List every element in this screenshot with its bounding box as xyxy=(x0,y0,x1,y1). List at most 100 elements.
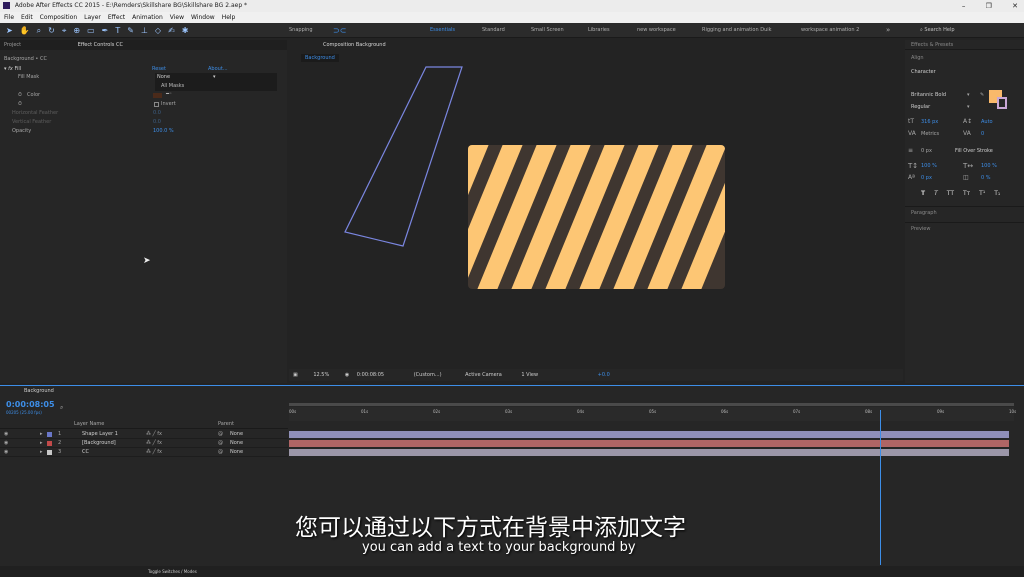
effects-presets-header[interactable]: Effects & Presets xyxy=(905,40,1024,50)
menu-item-help[interactable]: Help xyxy=(222,12,236,23)
eye-icon[interactable]: ◉ xyxy=(4,448,8,457)
opacity-value[interactable]: 100.0 % xyxy=(153,128,174,134)
minimize-button[interactable]: – xyxy=(962,2,966,10)
parent-pickwhip-icon[interactable]: @ xyxy=(218,430,223,439)
baseline-shift-value[interactable]: 0 px xyxy=(921,175,932,181)
menu-item-edit[interactable]: Edit xyxy=(21,12,33,23)
active-camera-select[interactable]: Active Camera xyxy=(465,372,502,378)
search-help[interactable]: ⌕ Search Help xyxy=(920,26,1016,35)
tab-project[interactable]: Project xyxy=(4,42,21,48)
eye-icon[interactable]: ◉ xyxy=(4,439,8,448)
menu-item-animation[interactable]: Animation xyxy=(132,12,163,23)
grid-icon[interactable]: ▣ xyxy=(293,372,298,378)
pan-tool-icon[interactable]: ⊕ xyxy=(73,26,80,35)
menu-item-window[interactable]: Window xyxy=(191,12,215,23)
small-caps-icon[interactable]: Tт xyxy=(963,190,970,197)
parent-select[interactable]: None xyxy=(230,448,243,457)
current-time-indicator[interactable] xyxy=(880,410,881,565)
workspace-tab-essentials[interactable]: Essentials xyxy=(430,23,455,38)
resolution-select[interactable]: (Custom...) xyxy=(414,372,442,378)
font-size-value[interactable]: 316 px xyxy=(921,119,938,125)
menu-item-layer[interactable]: Layer xyxy=(84,12,101,23)
time-ruler[interactable]: 00s 01s 02s 03s 04s 05s 06s 07s 08s 09s 10s xyxy=(289,407,1016,421)
puppet-tool-icon[interactable]: ✱ xyxy=(182,26,189,35)
paragraph-header[interactable]: Paragraph xyxy=(905,206,1024,219)
pen-tool-icon[interactable]: ✒ xyxy=(102,26,109,35)
parent-pickwhip-icon[interactable]: @ xyxy=(218,448,223,457)
switches-icon[interactable]: ⁂ ╱ fx xyxy=(146,439,162,448)
zoom-level[interactable]: 12.5% xyxy=(313,372,329,378)
zoom-tool-icon[interactable]: ⌕ xyxy=(37,26,41,35)
label-color[interactable] xyxy=(47,441,52,446)
toggle-switches-modes[interactable]: Toggle Switches / Modes xyxy=(148,566,197,577)
expand-arrow-icon[interactable]: ▸ xyxy=(40,430,43,439)
work-area-bar[interactable] xyxy=(289,403,1014,406)
preview-header[interactable]: Preview xyxy=(905,222,1024,235)
parent-select[interactable]: None xyxy=(230,430,243,439)
close-button[interactable]: ✕ xyxy=(1012,2,1018,10)
brush-tool-icon[interactable]: ✎ xyxy=(127,26,134,35)
superscript-icon[interactable]: T¹ xyxy=(979,190,985,197)
workspace-tab-new-workspace[interactable]: new workspace xyxy=(637,23,676,38)
menu-item-view[interactable]: View xyxy=(170,12,184,23)
hand-tool-icon[interactable]: ✋ xyxy=(20,26,30,35)
label-color[interactable] xyxy=(47,450,52,455)
workspace-tab-workspace-animation-2[interactable]: workspace animation 2 xyxy=(801,23,859,38)
kerning-value[interactable]: Metrics xyxy=(921,131,939,137)
stopwatch-icon[interactable]: ⏱ xyxy=(18,101,22,107)
color-swatch[interactable] xyxy=(153,93,162,98)
invert-checkbox[interactable] xyxy=(154,102,159,107)
v-feather-value[interactable]: 0.0 xyxy=(153,119,161,125)
parent-select[interactable]: None xyxy=(230,439,243,448)
expand-arrow-icon[interactable]: ▸ xyxy=(40,448,43,457)
tsume-value[interactable]: 0 % xyxy=(981,175,991,181)
stopwatch-icon[interactable]: ⏱ xyxy=(18,92,22,98)
timeline-timecode[interactable]: 0:00:08:05 xyxy=(6,400,55,409)
rotate-tool-icon[interactable]: ↻ xyxy=(48,26,55,35)
views-select[interactable]: 1 View xyxy=(521,372,538,378)
layer-duration-bar[interactable] xyxy=(289,440,1009,447)
subscript-icon[interactable]: T₁ xyxy=(994,190,1000,197)
font-style-select[interactable]: Regular xyxy=(911,104,930,110)
stroke-width-value[interactable]: 0 px xyxy=(921,148,932,154)
eye-icon[interactable]: ◉ xyxy=(4,430,8,439)
switches-icon[interactable]: ⁂ ╱ fx xyxy=(146,430,162,439)
layer-name[interactable]: CC xyxy=(82,448,89,457)
about-link[interactable]: About... xyxy=(208,66,228,72)
menu-item-effect[interactable]: Effect xyxy=(108,12,125,23)
parent-pickwhip-icon[interactable]: @ xyxy=(218,439,223,448)
composition-viewer[interactable] xyxy=(289,64,903,374)
snapshot-icon[interactable]: ◉ xyxy=(345,372,349,378)
layer-duration-bar[interactable] xyxy=(289,449,1009,456)
expand-arrow-icon[interactable]: ▸ xyxy=(40,439,43,448)
rectangle-tool-icon[interactable]: ▭ xyxy=(87,26,95,35)
chevron-down-icon[interactable]: ▾ xyxy=(967,104,970,110)
eraser-tool-icon[interactable]: ◇ xyxy=(155,26,161,35)
vertical-scale-value[interactable]: 100 % xyxy=(921,163,937,169)
timeline-tab[interactable]: Background xyxy=(24,388,54,394)
label-color[interactable] xyxy=(47,432,52,437)
dropdown-option-all-masks[interactable]: All Masks xyxy=(161,83,184,89)
layer-name[interactable]: Shape Layer 1 xyxy=(82,430,118,439)
chevron-down-icon[interactable]: ▾ xyxy=(967,92,970,98)
layer-duration-bar[interactable] xyxy=(289,431,1009,438)
align-header[interactable]: Align xyxy=(905,50,1024,62)
all-caps-icon[interactable]: TT xyxy=(947,190,954,197)
faux-bold-icon[interactable]: T xyxy=(921,190,925,197)
switches-icon[interactable]: ⁂ ╱ fx xyxy=(146,448,162,457)
roto-tool-icon[interactable]: ✍ xyxy=(168,26,175,35)
leading-value[interactable]: Auto xyxy=(981,119,993,125)
fill-mask-dropdown[interactable]: None ▾ xyxy=(155,73,277,81)
comp-sub-tab[interactable]: Background xyxy=(301,54,339,62)
effect-fill-row[interactable]: ▾ fx Fill xyxy=(4,66,21,72)
layer-name[interactable]: [Background] xyxy=(82,439,116,448)
layer-row[interactable]: ◉ ▸ 3 CC ⁂ ╱ fx @ None xyxy=(0,448,288,457)
comp-timecode[interactable]: 0:00:08:05 xyxy=(357,372,384,378)
stroke-mode-select[interactable]: Fill Over Stroke xyxy=(955,148,993,154)
eyedropper-icon[interactable]: ━◦ xyxy=(166,91,172,97)
tracking-value[interactable]: 0 xyxy=(981,131,984,137)
horizontal-scale-value[interactable]: 100 % xyxy=(981,163,997,169)
comp-tab[interactable]: Composition Background xyxy=(323,42,386,48)
eyedropper-icon[interactable]: ✎ xyxy=(980,92,984,98)
maximize-button[interactable]: ❐ xyxy=(986,2,992,10)
